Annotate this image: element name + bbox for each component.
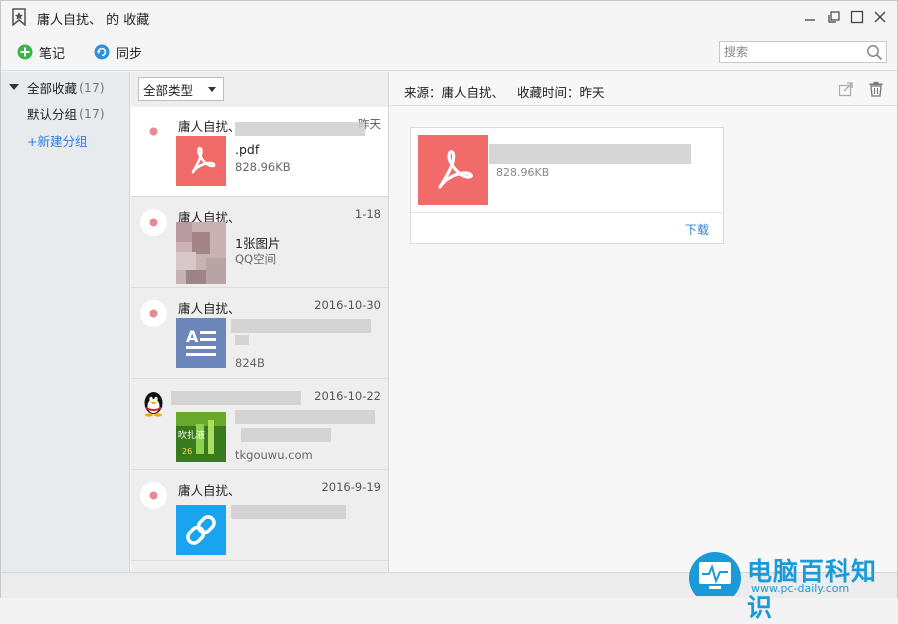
- sidebar-item-count: (17): [79, 79, 105, 95]
- avatar: [140, 300, 167, 327]
- sidebar: 全部收藏 (17) 默认分组 (17) +新建分组: [1, 72, 130, 572]
- file-size: 828.96KB: [496, 166, 550, 179]
- file-card: 828.96KB 下载: [410, 127, 724, 244]
- detail-header: 来源：庸人自扰、 收藏时间：昨天: [390, 72, 897, 106]
- blurred-sender: [171, 391, 301, 405]
- item-subtitle: 828.96KB: [235, 160, 291, 174]
- list-item[interactable]: 庸人自扰、 2016-9-19: [131, 471, 388, 561]
- item-subtitle: 824B: [235, 356, 265, 370]
- blurred-text: [235, 122, 365, 136]
- monitor-icon: [689, 552, 741, 596]
- minimize-button[interactable]: [800, 7, 820, 27]
- item-subtitle: QQ空间: [235, 252, 277, 266]
- divider: [411, 212, 723, 213]
- item-subtitle: tkgouwu.com: [235, 448, 313, 462]
- sync-label: 同步: [116, 46, 143, 62]
- sidebar-item-label: 默认分组: [27, 106, 78, 122]
- avatar: [140, 118, 167, 145]
- sidebar-item-count: (17): [79, 105, 105, 121]
- close-button[interactable]: [870, 7, 890, 27]
- item-date: 1-18: [354, 207, 381, 221]
- maximize-button[interactable]: [847, 7, 867, 27]
- share-icon[interactable]: [838, 81, 854, 97]
- bookmark-icon: [12, 8, 26, 26]
- minimize-icon: [805, 19, 815, 21]
- list-item[interactable]: 庸人自扰、 1-18 1张图片 QQ空间: [131, 198, 388, 288]
- blurred-text: [231, 505, 346, 519]
- blurred-text: [241, 428, 331, 442]
- type-filter-dropdown[interactable]: 全部类型: [138, 77, 224, 101]
- avatar: [140, 209, 167, 236]
- search-input[interactable]: [720, 42, 860, 62]
- list-item[interactable]: 2016-10-22 吹扎液 26 tkgouwu.com: [131, 380, 388, 470]
- search-icon[interactable]: [866, 44, 883, 61]
- item-title: .pdf: [235, 142, 260, 157]
- blurred-text: [231, 319, 371, 333]
- blurred-filename: [489, 144, 691, 164]
- document-icon: A: [176, 318, 226, 368]
- svg-text:吹扎液: 吹扎液: [178, 429, 205, 441]
- toolbar: 笔记 同步: [1, 33, 897, 71]
- sidebar-item-label: 全部收藏: [27, 80, 78, 96]
- sync-button[interactable]: 同步: [94, 42, 142, 62]
- trash-icon[interactable]: [868, 81, 884, 97]
- sidebar-item-all[interactable]: 全部收藏 (17): [1, 75, 130, 99]
- pdf-icon: [418, 135, 488, 205]
- restore-icon: [828, 11, 840, 23]
- link-icon: [176, 505, 226, 555]
- qq-penguin-icon: [144, 392, 163, 417]
- item-date: 2016-10-30: [314, 298, 381, 312]
- note-button[interactable]: 笔记: [17, 42, 65, 62]
- item-list: 全部类型 庸人自扰、 昨天 .pdf 828.96KB 庸人自扰、 1-18 1…: [131, 72, 389, 572]
- detail-pane: 来源：庸人自扰、 收藏时间：昨天 828.96KB 下载: [390, 72, 897, 572]
- maximize-icon: [850, 10, 864, 24]
- svg-text:A: A: [186, 327, 199, 346]
- web-image-thumbnail: 吹扎液 26: [176, 412, 226, 462]
- app-window: 庸人自扰、 的 收藏 笔记 同步 搜索 全部收藏 (17) 默认分组 (17) …: [0, 0, 898, 622]
- plus-circle-icon: [17, 44, 33, 60]
- detail-source: 来源：庸人自扰、: [404, 85, 505, 100]
- sender-name: 庸人自扰、: [178, 483, 241, 498]
- sender-name: 庸人自扰、: [178, 301, 241, 316]
- item-date: 2016-9-19: [321, 480, 381, 494]
- watermark-logo: 电脑百科知识 www.pc-daily.com: [689, 548, 897, 622]
- sender-name: 庸人自扰、: [178, 119, 241, 134]
- new-group-button[interactable]: +新建分组: [1, 128, 130, 152]
- search-box[interactable]: [719, 41, 887, 63]
- title-bar: 庸人自扰、 的 收藏: [1, 1, 897, 33]
- type-filter-label: 全部类型: [143, 82, 194, 98]
- item-title: 1张图片: [235, 236, 281, 251]
- window-title: 庸人自扰、 的 收藏: [37, 13, 150, 28]
- download-link[interactable]: 下载: [685, 221, 709, 238]
- chevron-down-icon: [208, 87, 216, 92]
- close-icon: [874, 11, 886, 23]
- svg-text:26: 26: [182, 447, 192, 456]
- blurred-text: [235, 335, 249, 345]
- sidebar-item-default[interactable]: 默认分组 (17): [1, 101, 130, 125]
- note-label: 笔记: [39, 46, 66, 62]
- item-date: 2016-10-22: [314, 389, 381, 403]
- blurred-text: [235, 410, 375, 424]
- watermark-url: www.pc-daily.com: [751, 582, 850, 595]
- list-item[interactable]: 庸人自扰、 昨天 .pdf 828.96KB: [131, 107, 388, 197]
- detail-time: 收藏时间：昨天: [517, 85, 605, 100]
- sync-icon: [94, 44, 110, 60]
- caret-down-icon[interactable]: [9, 84, 19, 90]
- restore-button[interactable]: [824, 7, 844, 27]
- list-item[interactable]: 庸人自扰、 2016-10-30 A 824B: [131, 289, 388, 379]
- photo-thumbnail: [176, 222, 226, 284]
- avatar: [140, 482, 167, 509]
- pdf-icon: [176, 136, 226, 186]
